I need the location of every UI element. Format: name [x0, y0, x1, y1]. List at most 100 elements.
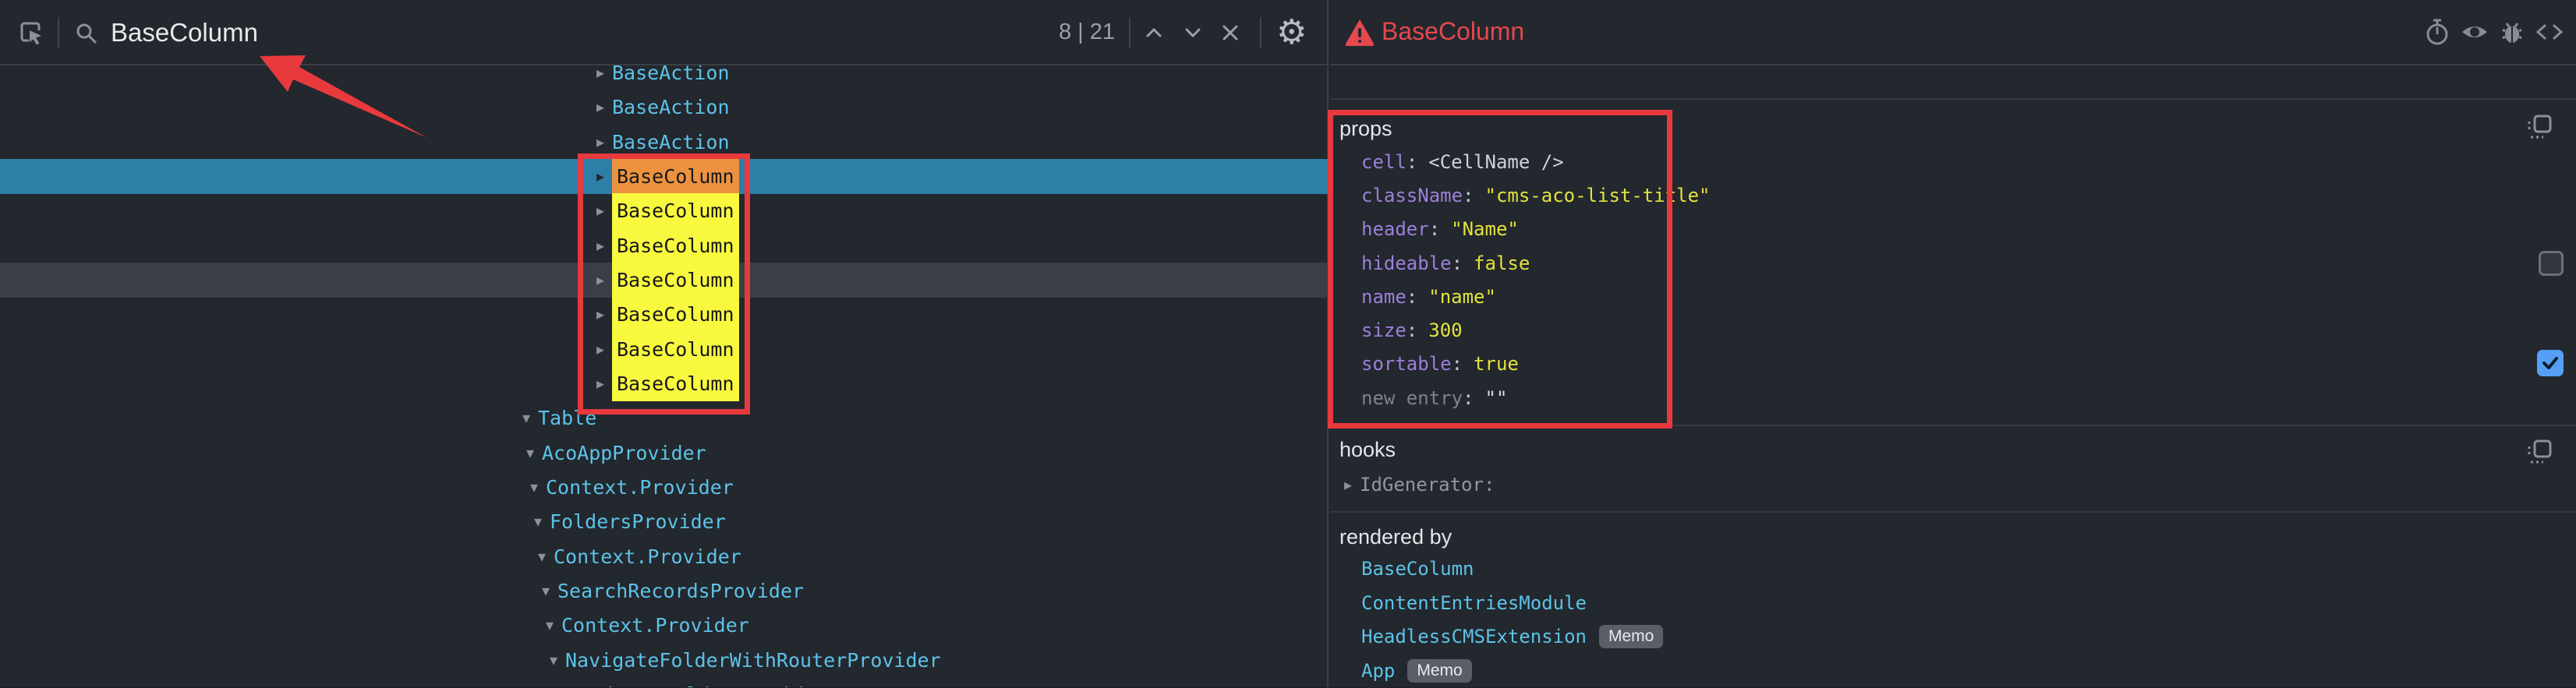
- tree-row[interactable]: ▾Table: [0, 400, 1329, 436]
- settings-gear-icon[interactable]: ⚙: [1276, 12, 1307, 53]
- section-divider: [1330, 425, 2576, 426]
- owner-link[interactable]: BaseColumn: [1361, 558, 1474, 580]
- expand-arrow-icon[interactable]: ▸: [589, 97, 612, 117]
- collapse-arrow-icon[interactable]: ▾: [534, 581, 557, 601]
- rendered-by-item: BaseColumn: [1361, 552, 1663, 586]
- tree-row[interactable]: ▾Context.Provider: [0, 608, 1329, 643]
- collapse-arrow-icon[interactable]: ▾: [522, 478, 546, 497]
- props-rows: cell:<CellName /> className: "cms-aco-list…: [1361, 145, 1710, 415]
- component-name[interactable]: Context.Provider: [554, 545, 741, 568]
- component-name[interactable]: SearchRecordsProvider: [557, 580, 804, 602]
- prop-colon: :: [1407, 286, 1417, 308]
- owner-link[interactable]: HeadlessCMSExtension: [1361, 626, 1587, 647]
- expand-arrow-icon[interactable]: ▸: [589, 270, 612, 290]
- hook-row[interactable]: ▸ IdGenerator:: [1336, 467, 1495, 502]
- component-name[interactable]: BaseColumn: [612, 332, 739, 367]
- prop-value[interactable]: "name": [1428, 286, 1496, 308]
- expand-arrow-icon[interactable]: ▸: [589, 132, 612, 152]
- expand-arrow-icon[interactable]: ▸: [589, 65, 612, 83]
- prop-value[interactable]: 300: [1428, 319, 1462, 341]
- error-warning-icon: [1344, 16, 1375, 48]
- expand-arrow-icon[interactable]: ▸: [589, 167, 612, 186]
- prop-row: cell:<CellName />: [1361, 145, 1710, 178]
- sortable-checkbox-checked[interactable]: [2537, 350, 2564, 376]
- tree-row[interactable]: ▸BaseColumn: [0, 263, 1329, 298]
- component-name[interactable]: BaseAction: [612, 65, 730, 84]
- component-name[interactable]: Table: [538, 407, 596, 429]
- tree-row[interactable]: ▸BaseColumn: [0, 297, 1329, 332]
- prop-row: sortable:true: [1361, 348, 1710, 381]
- collapse-arrow-icon[interactable]: ▾: [538, 616, 561, 635]
- view-source-code-icon[interactable]: [2534, 16, 2565, 48]
- owner-link[interactable]: App: [1361, 660, 1395, 682]
- clear-search-button[interactable]: [1216, 19, 1244, 47]
- log-component-bug-icon[interactable]: [2496, 16, 2528, 48]
- component-name[interactable]: BaseColumn: [612, 193, 739, 228]
- tree-row[interactable]: ▸BaseAction: [0, 125, 1329, 160]
- tree-row[interactable]: ▾FoldersProvider: [0, 504, 1329, 539]
- component-name[interactable]: Context.Provider: [561, 614, 749, 637]
- component-name[interactable]: BaseColumn: [612, 228, 739, 263]
- hideable-checkbox-unchecked[interactable]: [2539, 251, 2564, 276]
- component-name[interactable]: BaseAction: [612, 96, 730, 118]
- prop-key: sortable: [1361, 353, 1452, 375]
- tree-row[interactable]: ▾Context.Provider: [0, 539, 1329, 574]
- inspect-element-icon[interactable]: [17, 19, 45, 48]
- next-result-button[interactable]: [1179, 20, 1207, 45]
- prop-key: header: [1361, 218, 1429, 240]
- prop-colon: :: [1452, 252, 1463, 274]
- prop-colon: :: [1407, 319, 1417, 341]
- component-name[interactable]: NavigateFolderWithRouterProvider: [565, 649, 941, 672]
- tree-row[interactable]: ▸BaseColumn: [0, 228, 1329, 263]
- tree-row[interactable]: ▸BaseAction: [0, 90, 1329, 125]
- inspect-dom-eye-icon[interactable]: [2459, 16, 2490, 48]
- tree-row[interactable]: ▸BaseColumn: [0, 159, 1329, 194]
- tree-row[interactable]: ▾NavigateFolderProvider: [0, 677, 1329, 687]
- component-name[interactable]: BaseColumn: [612, 263, 739, 298]
- expand-arrow-icon[interactable]: ▸: [1336, 475, 1360, 495]
- prop-value[interactable]: "Name": [1451, 218, 1519, 240]
- tree-row[interactable]: ▸BaseColumn: [0, 366, 1329, 401]
- tree-row[interactable]: ▾AcoAppProvider: [0, 436, 1329, 471]
- component-name[interactable]: BaseColumn: [612, 366, 739, 401]
- component-name[interactable]: BaseColumn: [612, 159, 739, 194]
- prop-row: hideable:false: [1361, 246, 1710, 280]
- copy-hooks-icon[interactable]: [2526, 439, 2553, 465]
- expand-arrow-icon[interactable]: ▸: [589, 236, 612, 256]
- expand-arrow-icon[interactable]: ▸: [589, 340, 612, 359]
- previous-result-button[interactable]: [1140, 20, 1168, 45]
- profiler-stopwatch-icon[interactable]: [2422, 16, 2453, 48]
- collapse-arrow-icon[interactable]: ▾: [518, 443, 542, 463]
- prop-value[interactable]: "cms-aco-list-title": [1485, 185, 1711, 206]
- search-input[interactable]: [111, 11, 968, 55]
- collapse-arrow-icon[interactable]: ▾: [530, 547, 554, 566]
- prop-value[interactable]: false: [1474, 252, 1530, 274]
- component-name[interactable]: Context.Provider: [546, 476, 734, 499]
- owner-link[interactable]: ContentEntriesModule: [1361, 592, 1587, 614]
- tree-row[interactable]: ▸BaseColumn: [0, 193, 1329, 228]
- tree-row[interactable]: ▾NavigateFolderWithRouterProvider: [0, 643, 1329, 678]
- search-result-count: 8 | 21: [1029, 19, 1115, 45]
- tree-row[interactable]: ▸BaseAction: [0, 65, 1329, 90]
- tree-row[interactable]: ▸BaseColumn: [0, 332, 1329, 367]
- copy-props-icon[interactable]: [2526, 114, 2553, 140]
- component-tree: ▸BaseAction▸BaseAction▸BaseAction▸BaseCo…: [0, 65, 1329, 687]
- prop-value[interactable]: "": [1485, 387, 1508, 409]
- prop-value[interactable]: true: [1474, 353, 1519, 375]
- prop-value[interactable]: <CellName />: [1428, 151, 1563, 173]
- component-name[interactable]: AcoAppProvider: [542, 442, 706, 464]
- component-name[interactable]: NavigateFolderProvider: [569, 683, 827, 687]
- tree-row[interactable]: ▾SearchRecordsProvider: [0, 573, 1329, 609]
- component-name[interactable]: BaseColumn: [612, 297, 739, 332]
- collapse-arrow-icon[interactable]: ▾: [515, 408, 538, 428]
- inspected-component-title: BaseColumn: [1382, 17, 1524, 46]
- collapse-arrow-icon[interactable]: ▾: [542, 651, 565, 670]
- expand-arrow-icon[interactable]: ▸: [589, 374, 612, 393]
- expand-arrow-icon[interactable]: ▸: [589, 201, 612, 221]
- component-name[interactable]: BaseAction: [612, 131, 730, 153]
- component-name[interactable]: FoldersProvider: [550, 510, 726, 533]
- collapse-arrow-icon[interactable]: ▾: [526, 512, 550, 531]
- tree-row[interactable]: ▾Context.Provider: [0, 470, 1329, 505]
- expand-arrow-icon[interactable]: ▸: [589, 305, 612, 324]
- prop-key: className: [1361, 185, 1463, 206]
